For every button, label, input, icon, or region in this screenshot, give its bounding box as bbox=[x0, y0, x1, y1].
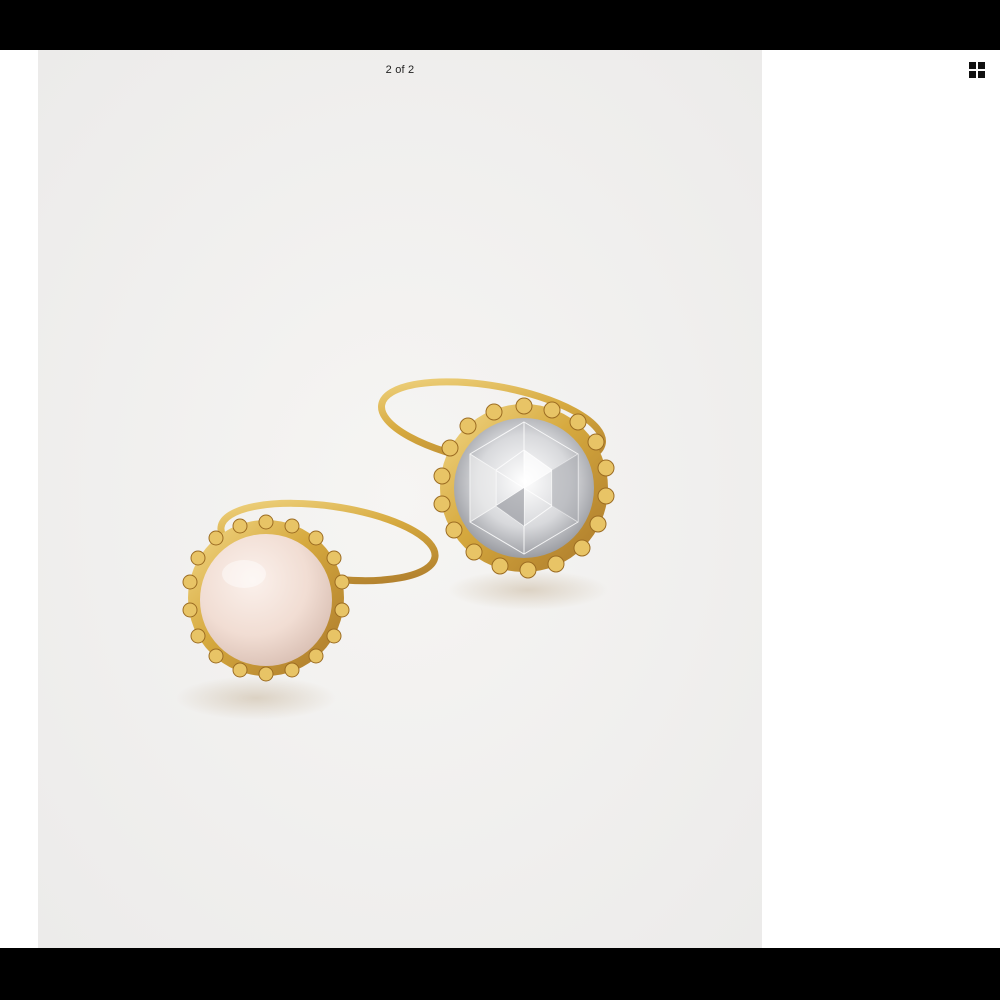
product-image[interactable] bbox=[38, 50, 762, 948]
rings-photo bbox=[38, 50, 762, 948]
image-counter: 2 of 2 bbox=[385, 64, 415, 76]
grid-view-button[interactable] bbox=[968, 61, 986, 79]
viewer-content: 2 of 2 bbox=[0, 50, 1000, 948]
image-viewer: 2 of 2 bbox=[0, 0, 1000, 1000]
